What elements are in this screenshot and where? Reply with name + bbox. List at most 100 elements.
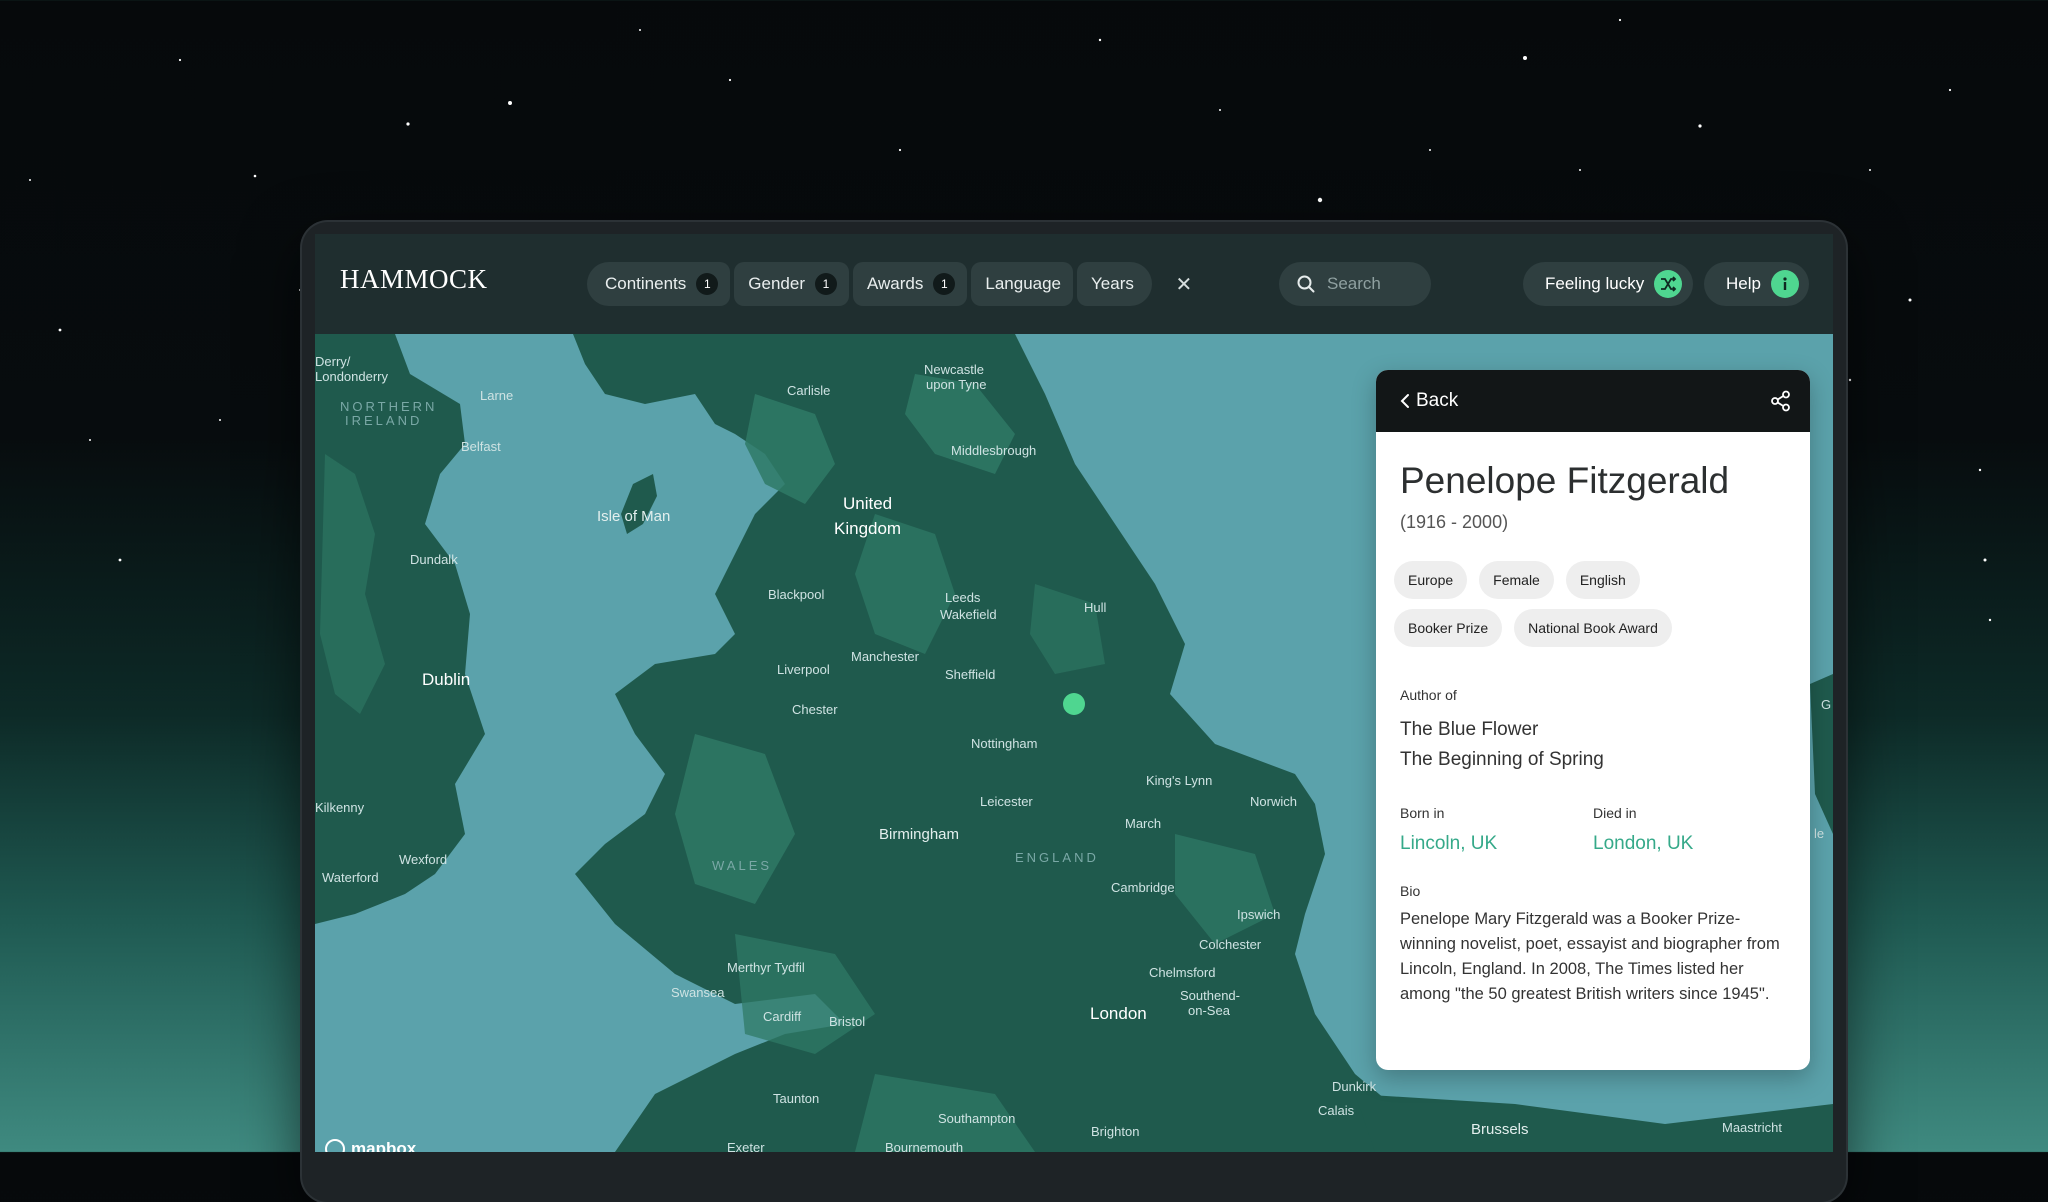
- map-label: Brussels: [1471, 1121, 1529, 1138]
- bio-text: Penelope Mary Fitzgerald was a Booker Pr…: [1400, 910, 1780, 1003]
- map-label: Manchester: [851, 649, 920, 664]
- filter-label: Language: [985, 274, 1062, 293]
- filter-count-badge: 1: [814, 273, 837, 295]
- map-label: le: [1814, 826, 1824, 841]
- clear-filters-close-icon[interactable]: ✕: [1174, 272, 1194, 297]
- card-header: Back: [1376, 370, 1810, 432]
- filter-count-badge: 1: [933, 273, 956, 295]
- filter-awards[interactable]: Awards 1: [852, 262, 968, 306]
- map-label: March: [1125, 816, 1161, 831]
- share-icon[interactable]: [1770, 390, 1792, 412]
- map-label: Sheffield: [945, 667, 995, 682]
- feeling-lucky-button[interactable]: Feeling lucky: [1523, 262, 1693, 306]
- map-label: Londonderry: [315, 369, 388, 384]
- died-label: Died in: [1593, 805, 1637, 821]
- work-title: The Blue Flower: [1400, 719, 1539, 740]
- attribution-text: mapbox: [351, 1139, 417, 1152]
- map-label: Liverpool: [777, 662, 830, 677]
- author-name: Penelope Fitzgerald: [1400, 460, 1730, 501]
- filter-label: Awards: [866, 274, 924, 293]
- info-icon: [1770, 270, 1799, 298]
- map-label: United: [843, 494, 892, 513]
- map-label: Middlesbrough: [951, 443, 1036, 458]
- author-detail-card: Back Penelope Fitzgerald (1916 - 2000) E…: [1376, 370, 1810, 1070]
- born-in: Born in Lincoln, UK: [1400, 805, 1593, 855]
- card-body: Penelope Fitzgerald (1916 - 2000) Europe…: [1376, 432, 1810, 1007]
- map-label: Colchester: [1199, 937, 1262, 952]
- app-logo[interactable]: HAMMOCK: [340, 264, 488, 295]
- help-label: Help: [1726, 274, 1761, 293]
- feeling-lucky-label: Feeling lucky: [1545, 274, 1645, 293]
- map-label: Birmingham: [879, 826, 959, 843]
- map-label: IRELAND: [345, 413, 422, 428]
- map-label: Wexford: [399, 852, 447, 867]
- filter-continents[interactable]: Continents 1: [587, 262, 731, 306]
- map-label: Hull: [1084, 600, 1107, 615]
- tag-chip[interactable]: Europe: [1394, 561, 1468, 599]
- filter-years[interactable]: Years: [1077, 262, 1152, 306]
- tag-chip[interactable]: English: [1565, 561, 1640, 599]
- map-label: Derry/: [315, 354, 351, 369]
- map-label: Chester: [792, 702, 838, 717]
- map-label: Isle of Man: [597, 508, 670, 525]
- map-label: Maastricht: [1722, 1120, 1782, 1135]
- search-icon: [1297, 275, 1315, 293]
- bio-label: Bio: [1400, 883, 1421, 899]
- back-button[interactable]: Back: [1400, 390, 1458, 412]
- map-label: Waterford: [322, 870, 379, 885]
- map-label: King's Lynn: [1146, 773, 1212, 788]
- born-place-link[interactable]: Lincoln, UK: [1400, 833, 1593, 855]
- map-label: Chelmsford: [1149, 965, 1215, 980]
- map-label: Carlisle: [787, 383, 830, 398]
- tag-chip[interactable]: Booker Prize: [1394, 609, 1503, 647]
- search-box[interactable]: [1279, 262, 1431, 306]
- help-button[interactable]: Help: [1704, 262, 1809, 306]
- map-label: WALES: [712, 858, 772, 873]
- map-label: NORTHERN: [340, 399, 437, 414]
- map-label: Merthyr Tydfil: [727, 960, 805, 975]
- shuffle-icon: [1654, 270, 1683, 298]
- filter-label: Gender: [748, 274, 805, 293]
- map-label: Dublin: [422, 670, 470, 689]
- map-label: Leicester: [980, 794, 1033, 809]
- born-label: Born in: [1400, 805, 1445, 821]
- map-label: Dunkirk: [1332, 1079, 1377, 1094]
- map-label: Kilkenny: [315, 800, 365, 815]
- map-label: Brighton: [1091, 1124, 1139, 1139]
- top-bar: HAMMOCK Continents 1 Gender 1 Awards 1 L…: [315, 234, 1833, 334]
- map-label: Larne: [480, 388, 513, 403]
- app-screen: HAMMOCK Continents 1 Gender 1 Awards 1 L…: [315, 234, 1833, 1152]
- map-label: Swansea: [671, 985, 725, 1000]
- filter-label: Continents: [605, 274, 687, 293]
- filter-language[interactable]: Language: [971, 262, 1074, 306]
- map-label: Wakefield: [940, 607, 997, 622]
- map-label: Southampton: [938, 1111, 1015, 1126]
- filter-count-badge: 1: [696, 273, 719, 295]
- filter-bar: Continents 1 Gender 1 Awards 1 Language …: [587, 262, 1194, 306]
- map-label: Newcastle: [924, 362, 984, 377]
- chevron-left-icon: [1400, 394, 1409, 408]
- map-label: Belfast: [461, 439, 501, 454]
- author-of-label: Author of: [1400, 687, 1457, 703]
- map-label: Calais: [1318, 1103, 1355, 1118]
- work-title: The Beginning of Spring: [1400, 749, 1604, 770]
- died-place-link[interactable]: London, UK: [1593, 833, 1786, 855]
- tag-chip[interactable]: Female: [1479, 561, 1554, 599]
- map-label: Bournemouth: [885, 1140, 963, 1152]
- map-label: Blackpool: [768, 587, 824, 602]
- places-row: Born in Lincoln, UK Died in London, UK: [1400, 805, 1786, 855]
- map-label: Cardiff: [763, 1009, 801, 1024]
- filter-gender[interactable]: Gender 1: [734, 262, 849, 306]
- search-input[interactable]: [1325, 273, 1425, 295]
- map-label: upon Tyne: [926, 377, 986, 392]
- died-in: Died in London, UK: [1593, 805, 1786, 855]
- filter-label: Years: [1091, 274, 1134, 293]
- tag-chip[interactable]: National Book Award: [1514, 609, 1672, 647]
- back-label: Back: [1416, 390, 1459, 411]
- map-label: Norwich: [1250, 794, 1297, 809]
- map-label: G: [1821, 697, 1831, 712]
- map-label: on-Sea: [1188, 1003, 1231, 1018]
- works-list: The Blue Flower The Beginning of Spring: [1400, 715, 1786, 775]
- author-location-pin[interactable]: [1063, 693, 1085, 715]
- map-label: Bristol: [829, 1014, 865, 1029]
